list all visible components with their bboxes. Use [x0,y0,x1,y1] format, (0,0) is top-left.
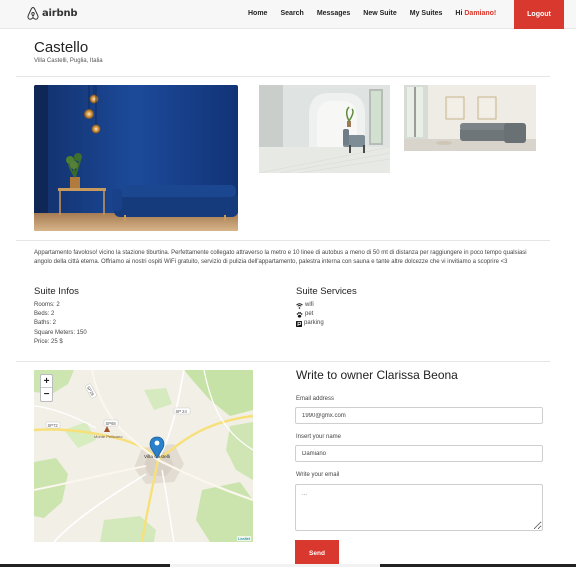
service-label: wifi [305,302,314,308]
message-textarea[interactable] [295,484,543,531]
contact-form-title: Write to owner Clarissa Beona [296,368,458,382]
suite-services-title: Suite Services [296,286,357,297]
service-parking: parking [296,319,324,328]
email-field[interactable] [295,407,543,424]
road-label-sp24: SP 24 [176,409,188,414]
info-square-meters: Square Meters: 150 [34,329,87,336]
map-tiles: SP72 SP68 SP 24 SP28 Monte Pellicano Vil… [34,370,253,542]
nav-link-search[interactable]: Search [280,10,303,17]
divider [16,240,550,241]
suite-title: Castello [34,39,89,56]
paw-icon [296,311,303,318]
name-label: Insert your name [296,434,342,440]
info-price: Price: 25 $ [34,338,63,345]
parking-icon [296,320,302,327]
info-rooms: Rooms: 2 [34,302,60,308]
logout-button[interactable]: Logout [514,0,564,29]
suite-photo-2[interactable] [259,85,390,173]
info-beds: Beds: 2 [34,311,55,318]
name-field[interactable] [295,445,543,462]
location-map[interactable]: SP72 SP68 SP 24 SP28 Monte Pellicano Vil… [34,370,253,542]
greeting-text: Hi [455,10,463,17]
road-label-sp68: SP68 [106,421,117,426]
user-name: Damiano! [464,10,497,17]
info-baths: Baths: 2 [34,320,57,327]
user-greeting: Hi Damiano! [455,10,496,17]
suite-address: Villa Castelli, Puglia, Italia [34,58,103,64]
suite-infos-list: Rooms: 2 Beds: 2 Baths: 2 Square Meters:… [34,301,87,347]
wifi-icon [296,302,303,309]
suite-infos-title: Suite Infos [34,286,79,297]
divider [16,76,550,77]
suite-description: Appartamento favoloso! vicino la stazion… [34,250,527,265]
zoom-in-button[interactable]: + [41,375,52,388]
message-label: Write your email [296,472,340,478]
poi-label: Monte Pellicano [94,434,123,439]
nav-links: Home Search Messages New Suite My Suites… [248,10,496,17]
airbnb-logo-icon [27,7,39,20]
logo-text: airbnb [42,8,78,19]
service-wifi: wifi [296,301,324,310]
service-label: pet [305,311,314,318]
zoom-out-button[interactable]: − [41,388,52,401]
suite-photo-3[interactable] [404,85,536,151]
road-label-sp72: SP72 [48,423,59,428]
divider [16,361,550,362]
nav-link-new-suite[interactable]: New Suite [363,10,396,17]
suite-services-list: wifi pet parking [296,301,324,329]
map-attribution-link[interactable]: Leaflet [236,536,251,541]
nav-link-messages[interactable]: Messages [317,10,350,17]
map-zoom-control: + − [40,374,53,402]
suite-photo-main[interactable] [34,85,238,231]
email-label: Email address [296,396,335,402]
service-label: parking [304,320,324,327]
send-button[interactable]: Send [295,540,339,567]
airbnb-logo[interactable]: airbnb [27,7,78,20]
nav-link-home[interactable]: Home [248,10,267,17]
top-navbar: airbnb Home Search Messages New Suite My… [0,0,576,29]
nav-link-my-suites[interactable]: My Suites [410,10,443,17]
service-pet: pet [296,310,324,319]
